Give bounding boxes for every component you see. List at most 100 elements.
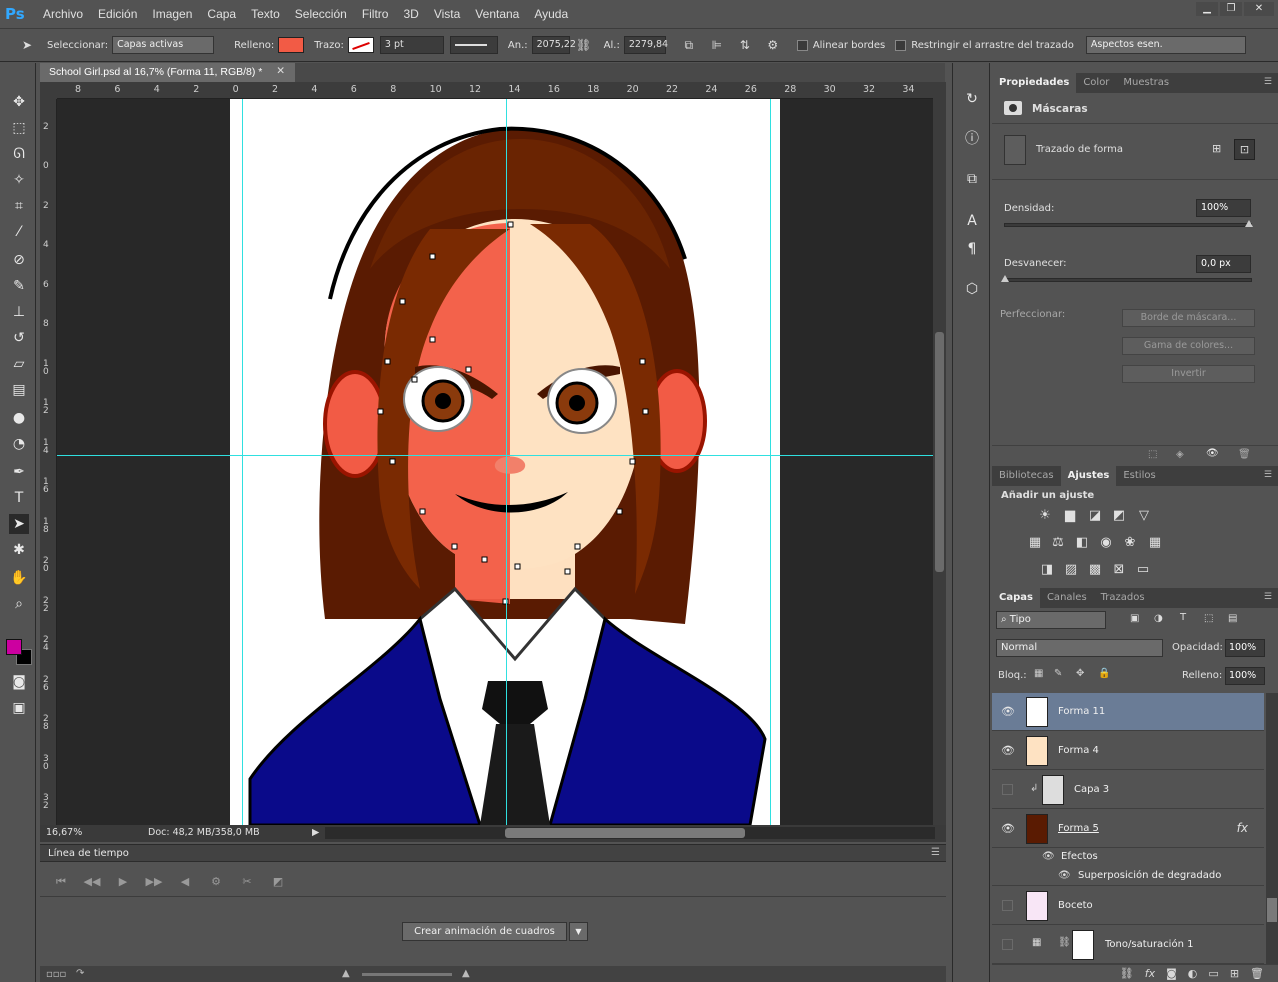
tab-layers[interactable]: Capas	[992, 588, 1040, 608]
feather-slider[interactable]	[1004, 278, 1252, 282]
lock-position-icon[interactable]: ✥	[1076, 668, 1084, 679]
vertical-scroll-thumb[interactable]	[935, 332, 944, 572]
panel-menu-icon[interactable]: ☰	[1264, 77, 1272, 87]
tab-paths[interactable]: Trazados	[1094, 588, 1152, 608]
color-lookup-icon[interactable]: ▦	[1147, 535, 1163, 551]
opacity-field[interactable]: 100%	[1225, 639, 1265, 657]
play-icon[interactable]: ▶	[113, 875, 133, 888]
effect-row[interactable]: 👁 Superposición de degradado	[992, 867, 1264, 886]
vertical-scrollbar[interactable]	[933, 82, 946, 825]
canvas-area[interactable]	[57, 99, 933, 825]
workspace-dropdown[interactable]: Aspectos esen.	[1085, 36, 1246, 54]
layer-row[interactable]: 👁 Forma 5 fx	[992, 810, 1264, 848]
constrain-drag-checkbox[interactable]	[895, 39, 907, 51]
mask-edge-button[interactable]: Borde de máscara...	[1122, 309, 1255, 327]
trash-icon[interactable]: 🗑	[1238, 449, 1251, 460]
blend-mode-dropdown[interactable]: Normal	[996, 639, 1163, 657]
ruler-origin[interactable]	[40, 82, 57, 99]
tab-adjustments[interactable]: Ajustes	[1060, 466, 1117, 486]
visibility-toggle[interactable]	[1002, 784, 1013, 795]
guide-vertical-center[interactable]	[506, 99, 507, 825]
curves-icon[interactable]: ◪	[1087, 508, 1103, 524]
horizontal-scrollbar[interactable]	[325, 827, 935, 839]
custom-shape-tool-icon[interactable]: ✱	[9, 540, 29, 560]
navigator-icon[interactable]: ⧉	[962, 169, 982, 189]
layer-row[interactable]: 👁 Forma 4	[992, 732, 1264, 770]
visibility-icon[interactable]: 👁	[1001, 823, 1015, 835]
guide-vertical-left[interactable]	[242, 99, 243, 825]
history-brush-tool-icon[interactable]: ↺	[9, 328, 29, 348]
channel-mixer-icon[interactable]: ❀	[1122, 535, 1138, 551]
invert-button[interactable]: Invertir	[1122, 365, 1255, 383]
color-balance-icon[interactable]: ⚖	[1050, 535, 1066, 551]
visibility-icon[interactable]: 👁	[1001, 745, 1015, 757]
zoom-in-icon[interactable]: ▲	[462, 968, 470, 979]
status-menu-icon[interactable]: ▶	[312, 827, 319, 838]
healing-brush-tool-icon[interactable]: ⊘	[9, 250, 29, 270]
next-frame-icon[interactable]: ▶▶	[144, 875, 164, 888]
guide-horizontal[interactable]	[57, 455, 933, 456]
zoom-level[interactable]: 16,67%	[46, 827, 82, 838]
document-tab[interactable]: School Girl.psd al 16,7% (Forma 11, RGB/…	[40, 63, 295, 82]
vibrance-icon[interactable]: ▽	[1136, 508, 1152, 524]
transition-icon[interactable]: ◩	[268, 875, 288, 888]
width-field[interactable]: 2075,22	[531, 36, 576, 54]
filter-smart-object-icon[interactable]: ▤	[1228, 613, 1237, 624]
black-white-icon[interactable]: ◧	[1074, 535, 1090, 551]
selective-color-icon[interactable]: ⊠	[1111, 562, 1127, 578]
gradient-tool-icon[interactable]: ▤	[9, 380, 29, 400]
tab-swatches[interactable]: Muestras	[1116, 73, 1176, 93]
eyedropper-tool-icon[interactable]: ⁄	[9, 222, 29, 242]
apply-mask-icon[interactable]: ◈	[1176, 449, 1184, 460]
lasso-tool-icon[interactable]: ᘏ	[9, 144, 29, 164]
density-slider-knob[interactable]	[1245, 220, 1253, 227]
layer-name[interactable]: Tono/saturación 1	[1105, 939, 1193, 950]
menu-vista[interactable]: Vista	[434, 7, 460, 21]
quick-mask-icon[interactable]: ◙	[9, 672, 29, 692]
link-icon[interactable]: ⛓	[575, 37, 593, 53]
close-tab-icon[interactable]: ✕	[276, 65, 285, 77]
screen-mode-icon[interactable]: ▣	[9, 698, 29, 718]
clone-stamp-tool-icon[interactable]: ⊥	[9, 302, 29, 322]
close-button[interactable]: ✕	[1244, 2, 1274, 16]
layers-scrollbar[interactable]	[1266, 693, 1278, 965]
menu-filtro[interactable]: Filtro	[362, 7, 389, 21]
zoom-tool-icon[interactable]: ⌕	[9, 594, 29, 614]
tab-libraries[interactable]: Bibliotecas	[992, 466, 1061, 486]
new-layer-icon[interactable]: ⊞	[1230, 965, 1239, 982]
first-frame-icon[interactable]: ⏮	[51, 875, 71, 889]
invert-icon[interactable]: ◨	[1039, 562, 1055, 578]
visibility-icon[interactable]: 👁	[1058, 870, 1071, 881]
tab-color[interactable]: Color	[1076, 73, 1116, 93]
panel-menu-icon[interactable]: ☰	[1264, 470, 1272, 480]
history-icon[interactable]: ↻	[962, 89, 982, 109]
vertical-ruler[interactable]: 4202468101214161820222426283032343638	[40, 99, 57, 825]
crop-tool-icon[interactable]: ⌗	[9, 196, 29, 216]
exposure-icon[interactable]: ◩	[1111, 508, 1127, 524]
direct-selection-tool-icon[interactable]: ➤	[9, 514, 29, 534]
character-icon[interactable]: A	[962, 211, 982, 231]
layer-row[interactable]: Boceto	[992, 887, 1264, 925]
layer-row[interactable]: 👁 Forma 11	[992, 693, 1264, 731]
convert-icon[interactable]: ↷	[76, 968, 84, 979]
visibility-toggle[interactable]	[1002, 900, 1013, 911]
marquee-tool-icon[interactable]: ⬚	[9, 118, 29, 138]
density-slider[interactable]	[1004, 223, 1252, 227]
path-arrangement-icon[interactable]: ⇅	[736, 37, 754, 53]
menu-ayuda[interactable]: Ayuda	[534, 7, 568, 21]
layer-name[interactable]: Boceto	[1058, 900, 1093, 911]
gradient-map-icon[interactable]: ▭	[1135, 562, 1151, 578]
info-icon[interactable]: ⓘ	[962, 129, 982, 149]
chevron-down-icon[interactable]: ▼	[569, 922, 588, 941]
filter-adjustment-icon[interactable]: ◑	[1154, 613, 1163, 624]
magic-wand-tool-icon[interactable]: ✧	[9, 170, 29, 190]
tab-properties[interactable]: Propiedades	[992, 73, 1077, 93]
artboard[interactable]	[230, 99, 780, 825]
new-adjustment-icon[interactable]: ◐	[1188, 965, 1198, 982]
blur-tool-icon[interactable]: ●	[9, 408, 29, 428]
visibility-icon[interactable]: 👁	[1206, 448, 1219, 459]
new-group-icon[interactable]: ▭	[1208, 965, 1218, 982]
path-selection-tool-icon[interactable]: ➤	[18, 37, 36, 53]
vector-mask-icon[interactable]: ⊡	[1234, 139, 1255, 160]
layer-name[interactable]: Capa 3	[1074, 784, 1109, 795]
